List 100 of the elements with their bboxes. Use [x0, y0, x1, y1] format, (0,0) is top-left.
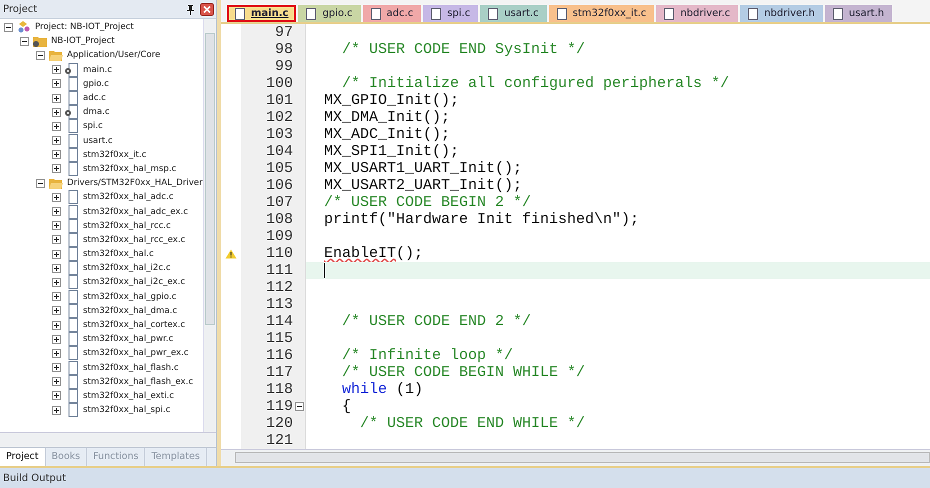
expander-icon[interactable]	[52, 391, 61, 400]
file-tab[interactable]: nbdriver.c	[656, 5, 738, 22]
tree-item[interactable]: stm32f0xx_hal_pwr.c	[83, 334, 174, 344]
file-tab[interactable]: usart.c	[480, 5, 547, 22]
tree-item[interactable]: Project: NB-IOT_Project	[35, 22, 134, 32]
expander-icon[interactable]	[52, 320, 61, 330]
file-tab[interactable]: usart.h	[824, 5, 892, 22]
tree-item[interactable]: stm32f0xx_hal_gpio.c	[83, 292, 176, 302]
expander-icon[interactable]	[52, 164, 61, 174]
line-number: 119	[264, 398, 293, 415]
line-number: 108	[264, 211, 293, 228]
expander-icon[interactable]	[52, 221, 61, 230]
tree-item[interactable]: stm32f0xx_hal_i2c.c	[83, 263, 171, 274]
tree-item[interactable]: stm32f0xx_hal_dma.c	[83, 306, 178, 316]
expander-icon[interactable]	[52, 278, 61, 287]
tree-item[interactable]: stm32f0xx_hal_flash_ex.c	[83, 376, 194, 387]
tree-item[interactable]: stm32f0xx_hal_rcc_ex.c	[83, 234, 186, 245]
fold-icon[interactable]	[295, 402, 304, 411]
code-line: /* Initialize all configured peripherals */	[341, 75, 730, 92]
tree-item[interactable]: spi.c	[83, 121, 103, 132]
expander-icon[interactable]	[52, 150, 61, 160]
panel-title: Project	[3, 4, 38, 14]
expander-icon[interactable]	[52, 334, 61, 344]
panel-tab[interactable]: Project	[0, 448, 46, 466]
tree-item[interactable]: stm32f0xx_hal_rcc.c	[83, 220, 171, 231]
expander-icon[interactable]	[52, 250, 61, 259]
tree-item[interactable]: adc.c	[83, 93, 106, 104]
project-icon	[16, 20, 32, 34]
expander-icon[interactable]	[52, 108, 61, 117]
line-number: 101	[264, 92, 293, 109]
code-line: /* USER CODE END SysInit */	[341, 41, 586, 58]
tree-item[interactable]: stm32f0xx_hal.c	[83, 249, 154, 260]
code-line: MX_SPI1_Init();	[324, 143, 460, 160]
line-number: 98	[274, 41, 293, 58]
expander-icon[interactable]	[52, 122, 61, 131]
vertical-scrollbar[interactable]	[202, 19, 216, 432]
tree-item[interactable]: Drivers/STM32F0xx_HAL_Driver	[67, 178, 203, 188]
tree-item[interactable]: dma.c	[83, 107, 110, 118]
file-tab[interactable]: stm32f0xx_it.c	[548, 5, 654, 22]
code-line: MX_ADC_Init();	[324, 126, 450, 143]
tree-item[interactable]: stm32f0xx_hal_spi.c	[83, 405, 170, 416]
file-tab[interactable]: main.c	[227, 5, 296, 22]
expander-icon[interactable]	[52, 136, 61, 146]
code-line: MX_DMA_Init();	[324, 109, 450, 126]
tree-item[interactable]: stm32f0xx_it.c	[83, 150, 146, 160]
file-tab[interactable]: spi.c	[423, 5, 478, 22]
tree-item[interactable]: main.c	[83, 64, 112, 75]
tree-item[interactable]: stm32f0xx_hal_adc.c	[83, 192, 174, 202]
horizontal-scrollbar[interactable]	[221, 449, 930, 466]
tree-item[interactable]: gpio.c	[83, 78, 109, 89]
expander-icon[interactable]	[52, 306, 61, 316]
tree-item[interactable]: stm32f0xx_hal_msp.c	[83, 164, 176, 174]
scroll-thumb[interactable]	[235, 452, 930, 463]
expander-icon[interactable]	[52, 363, 61, 372]
text-cursor	[324, 263, 325, 278]
expander-icon[interactable]	[52, 235, 61, 244]
file-icon	[370, 8, 381, 20]
file-icon	[664, 8, 674, 20]
tree-item[interactable]: stm32f0xx_hal_exti.c	[83, 390, 174, 401]
expander-icon[interactable]	[52, 79, 61, 88]
tree-item[interactable]: stm32f0xx_hal_flash.c	[83, 362, 179, 373]
file-icon	[431, 8, 442, 20]
file-icon	[235, 8, 245, 20]
pin-icon[interactable]	[186, 4, 195, 14]
tree-item[interactable]: NB-IOT_Project	[51, 36, 115, 46]
expander-icon[interactable]	[4, 22, 13, 32]
line-number: 99	[274, 58, 293, 75]
tree-item[interactable]: stm32f0xx_hal_adc_ex.c	[83, 206, 188, 217]
expander-icon[interactable]	[36, 178, 45, 188]
file-tab[interactable]: adc.c	[362, 5, 422, 22]
horizontal-scrollbar[interactable]	[0, 432, 216, 447]
expander-icon[interactable]	[52, 192, 61, 202]
close-icon[interactable]	[200, 2, 214, 16]
expander-icon[interactable]	[52, 65, 61, 74]
expander-icon[interactable]	[52, 377, 61, 386]
line-number: 112	[264, 279, 293, 296]
code-line: MX_USART1_UART_Init();	[324, 160, 522, 177]
expander-icon[interactable]	[52, 406, 61, 415]
expander-icon[interactable]	[52, 348, 61, 358]
line-number: 116	[264, 347, 293, 364]
expander-icon[interactable]	[52, 207, 61, 216]
tree-item[interactable]: stm32f0xx_hal_i2c_ex.c	[83, 277, 186, 288]
file-tab[interactable]: gpio.c	[298, 5, 361, 22]
expander-icon[interactable]	[52, 94, 61, 103]
file-tab[interactable]: nbdriver.h	[740, 5, 823, 22]
expander-icon[interactable]	[36, 50, 45, 60]
file-gear-icon	[64, 105, 80, 120]
code-line: /* USER CODE BEGIN 2 */	[324, 194, 532, 211]
scroll-thumb[interactable]	[204, 33, 215, 325]
expander-icon[interactable]	[52, 264, 61, 273]
code-line: EnableIT();	[324, 245, 424, 262]
expander-icon[interactable]	[52, 292, 61, 302]
expander-icon[interactable]	[20, 36, 29, 46]
folder-icon	[48, 176, 64, 190]
tree-item[interactable]: Application/User/Core	[67, 50, 160, 60]
tree-item[interactable]: stm32f0xx_hal_pwr_ex.c	[83, 348, 189, 358]
file-icon	[832, 8, 843, 20]
tree-item[interactable]: stm32f0xx_hal_cortex.c	[83, 320, 186, 330]
line-number: 117	[264, 364, 293, 381]
tree-item[interactable]: usart.c	[83, 136, 113, 146]
